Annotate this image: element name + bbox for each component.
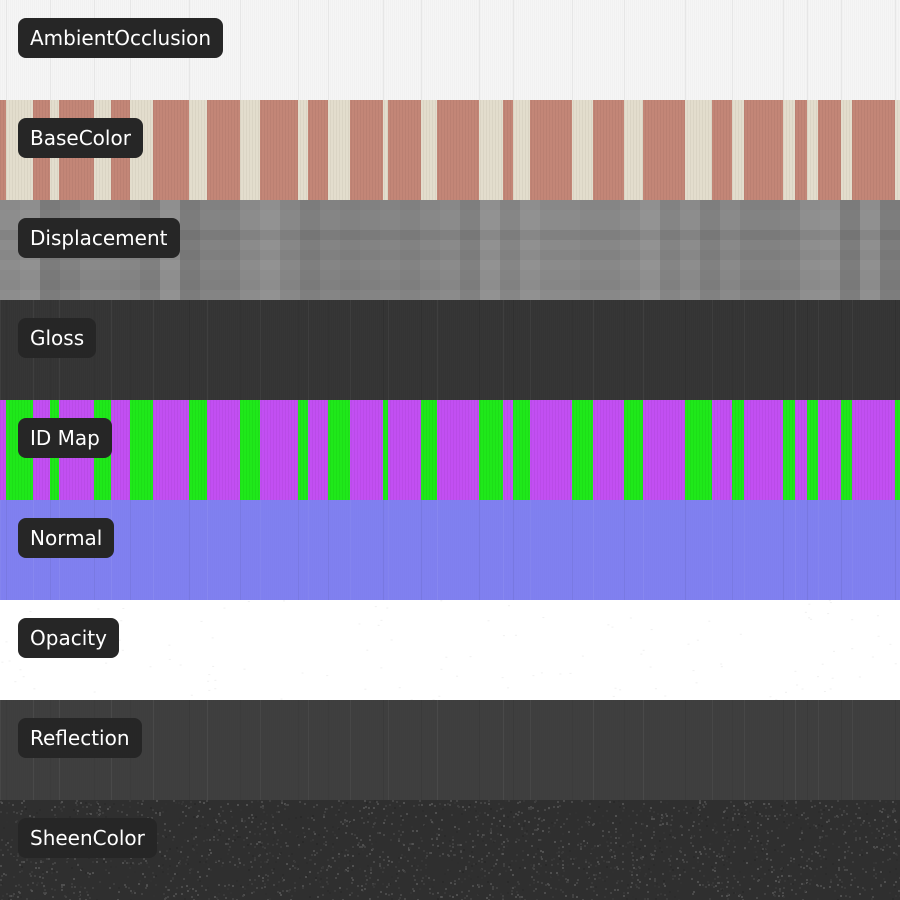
- channel-opacity: Opacity: [0, 600, 900, 700]
- channel-sheen-color: SheenColor: [0, 800, 900, 900]
- channel-displacement: Displacement: [0, 200, 900, 300]
- gloss-texture: [0, 300, 900, 400]
- channel-id-map: ID Map: [0, 400, 900, 500]
- channel-normal: Normal: [0, 500, 900, 600]
- channel-label: SheenColor: [18, 818, 157, 858]
- opacity-texture: [0, 600, 900, 700]
- id-map-texture: [0, 400, 900, 500]
- normal-texture: [0, 500, 900, 600]
- channel-label: AmbientOcclusion: [18, 18, 224, 58]
- channel-reflection: Reflection: [0, 700, 900, 800]
- channel-base-color: BaseColor: [0, 100, 900, 200]
- channel-label: Normal: [18, 518, 115, 558]
- channel-ambient-occlusion: AmbientOcclusion: [0, 0, 900, 100]
- channel-label: Gloss: [18, 318, 97, 358]
- channel-gloss: Gloss: [0, 300, 900, 400]
- channel-label: Opacity: [18, 618, 119, 658]
- channel-label: ID Map: [18, 418, 112, 458]
- channel-label: BaseColor: [18, 118, 143, 158]
- texture-channel-sheet: AmbientOcclusion BaseColor Displacement …: [0, 0, 900, 900]
- channel-label: Displacement: [18, 218, 180, 258]
- channel-label: Reflection: [18, 718, 142, 758]
